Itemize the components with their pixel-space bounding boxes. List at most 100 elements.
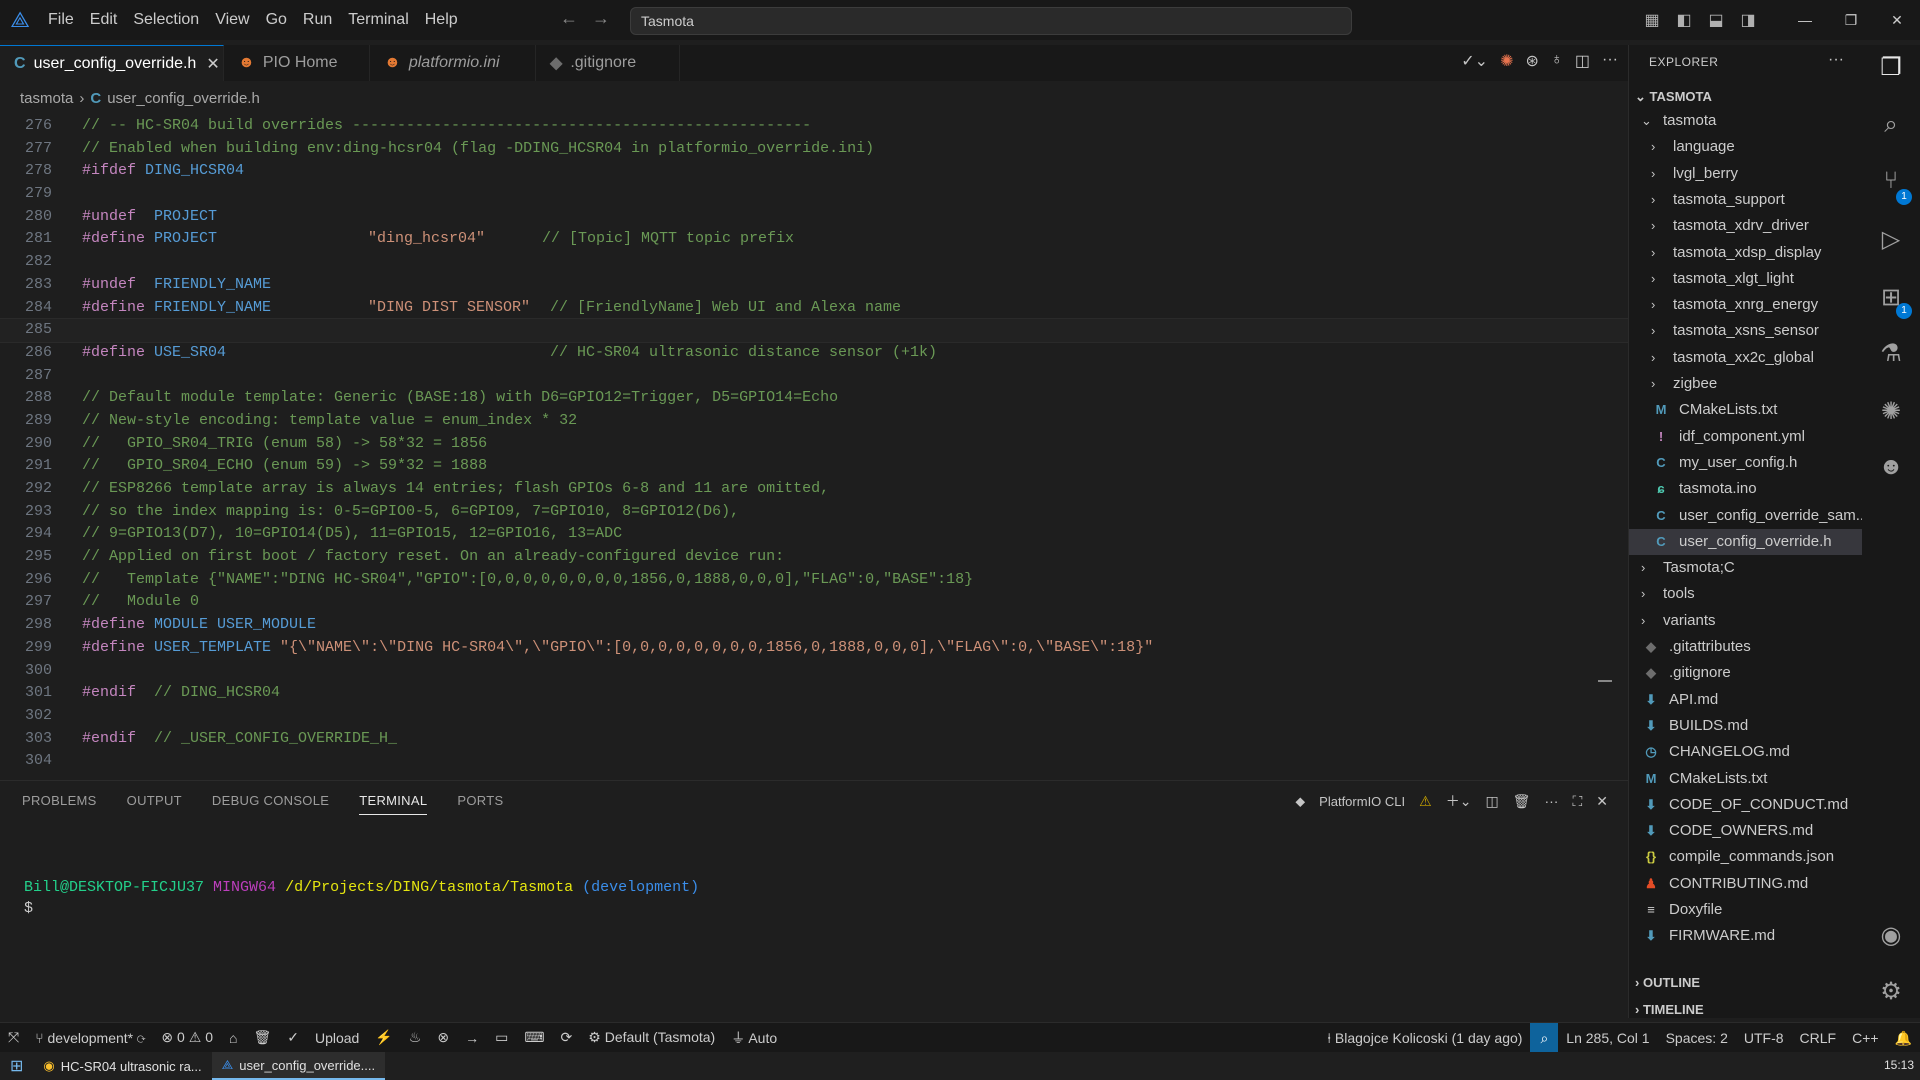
minimize-icon[interactable]: — xyxy=(1782,12,1828,28)
tree-folder[interactable]: › Tasmota;C xyxy=(1629,555,1863,581)
tab-pio-home[interactable]: ☻ PIO Home xyxy=(224,45,370,81)
testing-flask-icon[interactable]: ⚗ xyxy=(1862,339,1920,368)
explorer-icon[interactable]: ❐ xyxy=(1862,53,1920,82)
tree-folder[interactable]: ⌄ tasmota xyxy=(1629,108,1863,134)
command-center-search[interactable]: Tasmota xyxy=(630,7,1352,35)
notifications-bell-icon[interactable]: 🔔 xyxy=(1887,1030,1920,1047)
tree-file[interactable]: ≡ Doxyfile xyxy=(1629,897,1863,923)
menu-terminal[interactable]: Terminal xyxy=(340,5,416,35)
line-ending[interactable]: CRLF xyxy=(1792,1030,1845,1046)
more-icon[interactable]: ··· xyxy=(1544,793,1558,809)
tree-folder[interactable]: › tasmota_xlgt_light xyxy=(1629,266,1863,292)
taskbar-chrome[interactable]: ◉ HC-SR04 ultrasonic ra... xyxy=(33,1052,211,1080)
flame-icon[interactable]: ♨ xyxy=(401,1029,430,1046)
home-icon[interactable]: ⌂ xyxy=(221,1030,245,1046)
tab-problems[interactable]: PROBLEMS xyxy=(22,793,97,815)
workspace-root[interactable]: ⌄ TASMOTA xyxy=(1635,89,1712,105)
plug-icon[interactable]: ♁ xyxy=(1551,51,1563,71)
upload-fs-icon[interactable]: ⚡ xyxy=(367,1029,400,1046)
menu-run[interactable]: Run xyxy=(295,5,340,35)
menu-help[interactable]: Help xyxy=(417,5,466,35)
forward-arrow-icon[interactable]: → xyxy=(592,8,610,29)
check-icon[interactable]: ✓⌄ xyxy=(1461,51,1488,71)
terminal-icon[interactable]: ⌨ xyxy=(516,1029,552,1046)
menu-go[interactable]: Go xyxy=(258,5,295,35)
taskbar-vscode[interactable]: ⟁ user_config_override.... xyxy=(211,1052,386,1080)
upload-button[interactable]: Upload xyxy=(307,1030,367,1046)
toggle-panel-icon[interactable]: ⬓ xyxy=(1700,10,1732,30)
tab-user-config-override[interactable]: C user_config_override.h ✕ xyxy=(0,45,224,81)
terminal-name[interactable]: PlatformIO CLI xyxy=(1319,794,1405,809)
tree-file[interactable]: M CMakeLists.txt xyxy=(1629,397,1863,423)
tree-file[interactable]: ⬇ CODE_OWNERS.md xyxy=(1629,818,1863,844)
breadcrumb-file[interactable]: user_config_override.h xyxy=(107,90,260,107)
kill-terminal-icon[interactable]: 🗑 xyxy=(1513,793,1531,810)
tree-folder[interactable]: › tasmota_xnrg_energy xyxy=(1629,292,1863,318)
tree-folder[interactable]: › tasmota_xdrv_driver xyxy=(1629,213,1863,239)
tree-file[interactable]: ⬇ BUILDS.md xyxy=(1629,713,1863,739)
blame-item[interactable]: ⍿ Blagojce Kolicoski (1 day ago) xyxy=(1319,1030,1530,1047)
zoom-icon[interactable]: ⌕ xyxy=(1530,1023,1559,1053)
close-window-icon[interactable]: ✕ xyxy=(1874,12,1920,29)
split-editor-icon[interactable]: ◫ xyxy=(1575,51,1590,71)
tree-file[interactable]: ɕ tasmota.ino xyxy=(1629,476,1863,502)
tree-file[interactable]: ◆ .gitattributes xyxy=(1629,634,1863,660)
tree-file[interactable]: ⬇ FIRMWARE.md xyxy=(1629,923,1863,949)
tree-file[interactable]: ♟ CONTRIBUTING.md xyxy=(1629,871,1863,897)
remote-icon[interactable]: ⤧ xyxy=(0,1029,27,1046)
cursor-position[interactable]: Ln 285, Col 1 xyxy=(1558,1030,1657,1046)
new-terminal-icon[interactable]: ＋⌄ xyxy=(1446,791,1472,811)
tree-file[interactable]: Cuser_config_override.h xyxy=(1629,528,1863,555)
toggle-sidebar-icon[interactable]: ◧ xyxy=(1668,10,1700,30)
close-tab-icon[interactable]: ✕ xyxy=(206,54,219,74)
timeline-section[interactable]: › TIMELINE xyxy=(1635,1002,1704,1017)
refresh-icon[interactable]: ⟳ xyxy=(553,1029,581,1046)
menu-edit[interactable]: Edit xyxy=(82,5,126,35)
split-terminal-icon[interactable]: ◫ xyxy=(1485,793,1498,810)
tree-file[interactable]: ⬇ CODE_OF_CONDUCT.md xyxy=(1629,792,1863,818)
tab-output[interactable]: OUTPUT xyxy=(127,793,182,815)
windows-start-icon[interactable]: ⊞ xyxy=(0,1052,33,1080)
maximize-panel-icon[interactable]: ⛶ xyxy=(1572,793,1582,810)
tree-file[interactable]: {} compile_commands.json xyxy=(1629,844,1863,870)
account-icon[interactable]: ◉ xyxy=(1862,921,1920,950)
terminal-input[interactable]: $ xyxy=(24,900,33,917)
menu-file[interactable]: File xyxy=(40,5,82,35)
run-debug-icon[interactable]: ▷ xyxy=(1862,225,1920,254)
tree-file[interactable]: M CMakeLists.txt xyxy=(1629,766,1863,792)
back-arrow-icon[interactable]: ← xyxy=(560,8,578,29)
arrow-right-icon[interactable]: → xyxy=(457,1030,487,1046)
settings-gear-icon[interactable]: ⚙ xyxy=(1862,977,1920,1006)
tree-folder[interactable]: › tasmota_xsns_sensor xyxy=(1629,318,1863,344)
tree-folder[interactable]: › tasmota_xx2c_global xyxy=(1629,345,1863,371)
tree-file[interactable]: ◆ .gitignore xyxy=(1629,660,1863,686)
tree-file[interactable]: ◷ CHANGELOG.md xyxy=(1629,739,1863,765)
toggle-secondary-sidebar-icon[interactable]: ◨ xyxy=(1732,10,1764,30)
code-editor[interactable]: 276 // -- HC-SR04 build overrides -------… xyxy=(0,115,1628,777)
tree-file[interactable]: ⬇ API.md xyxy=(1629,687,1863,713)
env-item[interactable]: ⚙ Default (Tasmota) xyxy=(580,1029,723,1046)
tree-file[interactable]: ! idf_component.yml xyxy=(1629,424,1863,450)
tab-debug-console[interactable]: DEBUG CONSOLE xyxy=(212,793,329,815)
problems-item[interactable]: ⊗ 0 ⚠ 0 xyxy=(153,1029,221,1046)
claude-icon[interactable]: ✺ xyxy=(1500,51,1513,71)
menu-view[interactable]: View xyxy=(207,5,257,35)
tree-folder[interactable]: › tasmota_support xyxy=(1629,187,1863,213)
claude-icon[interactable]: ✺ xyxy=(1862,397,1920,426)
indentation[interactable]: Spaces: 2 xyxy=(1658,1030,1736,1046)
more-actions-icon[interactable]: ··· xyxy=(1602,51,1618,71)
tree-folder[interactable]: › tools xyxy=(1629,581,1863,607)
search-icon[interactable]: ⌕ xyxy=(1862,111,1920,139)
tab-gitignore[interactable]: ◆ .gitignore xyxy=(536,45,680,81)
build-check-icon[interactable]: ✓ xyxy=(279,1029,307,1046)
tree-file[interactable]: Cmy_user_config.h xyxy=(1629,450,1863,476)
openai-icon[interactable]: ⊛ xyxy=(1525,51,1538,71)
breadcrumb-folder[interactable]: tasmota xyxy=(20,90,73,107)
tab-ports[interactable]: PORTS xyxy=(457,793,503,815)
more-icon[interactable]: ··· xyxy=(1828,51,1844,69)
tree-folder[interactable]: › variants xyxy=(1629,608,1863,634)
tab-terminal[interactable]: TERMINAL xyxy=(359,793,428,815)
tree-folder[interactable]: › tasmota_xdsp_display xyxy=(1629,240,1863,266)
tree-file[interactable]: Cuser_config_override_sam... xyxy=(1629,503,1863,529)
monitor-icon[interactable]: ▭ xyxy=(487,1029,516,1046)
